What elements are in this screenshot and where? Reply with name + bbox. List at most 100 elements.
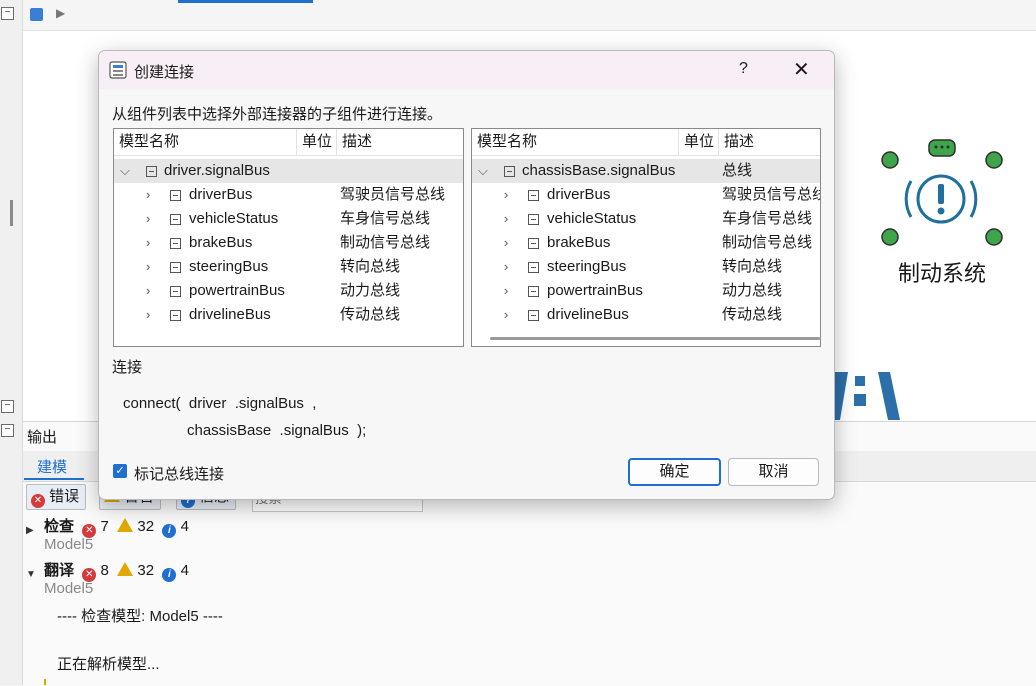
chevron-right-icon[interactable]: › — [146, 303, 150, 327]
translate-result-row[interactable]: 翻译 ✕ 8 32 i 4 — [44, 559, 189, 582]
tree-child-row[interactable]: › vehicleStatus 车身信号总线 — [472, 207, 820, 231]
tree-item-name: brakeBus — [547, 234, 611, 251]
tree-item-name: driverBus — [189, 186, 253, 203]
check-info-count: 4 — [180, 518, 189, 535]
column-header-unit[interactable]: 单位 — [297, 129, 337, 155]
tree-item-desc: 驾驶员信号总线 — [340, 186, 446, 203]
chevron-right-icon[interactable]: › — [504, 231, 508, 255]
cube-icon[interactable] — [30, 8, 43, 21]
bus-icon — [504, 166, 515, 177]
tree-child-row[interactable]: › driverBus 驾驶员信号总线 — [114, 183, 463, 207]
bus-icon — [528, 286, 539, 297]
tree-child-row[interactable]: › steeringBus 转向总线 — [472, 255, 820, 279]
errors-filter-label: 错误 — [49, 488, 80, 505]
tree-item-desc: 动力总线 — [722, 282, 783, 299]
log-line: ---- 检查模型: Model5 ---- — [57, 608, 223, 625]
tree-item-desc: 传动总线 — [722, 306, 783, 323]
horizontal-scrollbar[interactable] — [490, 337, 820, 340]
dialog-instruction: 从组件列表中选择外部连接器的子组件进行连接。 — [112, 106, 443, 123]
tree-child-row[interactable]: › driverBus 驾驶员信号总线 — [472, 183, 820, 207]
road-icon — [830, 372, 900, 420]
tree-item-name: powertrainBus — [189, 282, 285, 299]
warning-icon — [117, 562, 134, 576]
collapse-icon[interactable]: − — [1, 400, 14, 413]
brake-system-icon[interactable] — [874, 136, 1004, 246]
collapse-icon[interactable]: − — [1, 7, 14, 20]
tree-child-row[interactable]: › brakeBus 制动信号总线 — [472, 231, 820, 255]
cancel-button[interactable]: 取消 — [728, 458, 819, 486]
translate-error-count: 8 — [100, 562, 109, 579]
bus-icon — [170, 214, 181, 225]
log-line: 正在解析模型... — [57, 656, 160, 673]
mark-bus-connection-checkbox[interactable]: ✓ — [113, 464, 127, 478]
tree-child-row[interactable]: › steeringBus 转向总线 — [114, 255, 463, 279]
tree-root-name: driver.signalBus — [164, 162, 270, 179]
info-icon: i — [162, 568, 177, 582]
tree-child-row[interactable]: › powertrainBus 动力总线 — [114, 279, 463, 303]
chevron-right-icon[interactable]: › — [146, 183, 150, 207]
right-component-tree[interactable]: 模型名称 单位 描述 ⌵ chassisBase.signalBus 总线 › … — [471, 128, 821, 347]
translate-info-count: 4 — [180, 562, 189, 579]
chevron-right-icon[interactable]: › — [504, 303, 508, 327]
splitter-handle[interactable] — [10, 200, 13, 226]
mark-bus-connection-label[interactable]: 标记总线连接 — [134, 463, 224, 484]
chevron-right-icon[interactable]: › — [504, 255, 508, 279]
chevron-down-icon[interactable]: ▼ — [26, 569, 36, 580]
tree-root-name: chassisBase.signalBus — [522, 162, 676, 179]
tree-child-row[interactable]: › vehicleStatus 车身信号总线 — [114, 207, 463, 231]
tree-item-name: steeringBus — [547, 258, 627, 275]
help-button[interactable]: ? — [739, 60, 748, 78]
tree-child-row[interactable]: › brakeBus 制动信号总线 — [114, 231, 463, 255]
tree-child-row[interactable]: › drivelineBus 传动总线 — [114, 303, 463, 327]
bus-icon — [170, 262, 181, 273]
chevron-right-icon[interactable]: › — [146, 255, 150, 279]
chevron-right-icon[interactable]: ▶ — [56, 6, 65, 20]
connection-section-label: 连接 — [112, 359, 143, 376]
chevron-down-icon[interactable]: ⌵ — [478, 159, 488, 183]
dialog-title: 创建连接 — [134, 64, 195, 81]
tree-child-row[interactable]: › powertrainBus 动力总线 — [472, 279, 820, 303]
tree-item-desc: 转向总线 — [340, 258, 401, 275]
left-component-tree[interactable]: 模型名称 单位 描述 ⌵ driver.signalBus › driverBu… — [113, 128, 464, 347]
check-result-row[interactable]: 检查 ✕ 7 32 i 4 — [44, 515, 189, 538]
column-header-name[interactable]: 模型名称 — [114, 129, 297, 155]
tree-item-name: drivelineBus — [189, 306, 271, 323]
column-header-desc[interactable]: 描述 — [337, 129, 463, 155]
bus-icon — [170, 190, 181, 201]
bus-icon — [170, 286, 181, 297]
output-panel-title: 输出 — [27, 429, 58, 446]
component-label: 制动系统 — [897, 261, 986, 286]
check-error-count: 7 — [100, 518, 109, 535]
warning-icon — [117, 518, 134, 532]
create-connection-dialog: 创建连接 ? ✕ 从组件列表中选择外部连接器的子组件进行连接。 模型名称 单位 … — [98, 50, 835, 500]
chevron-right-icon[interactable]: › — [146, 207, 150, 231]
column-header-unit[interactable]: 单位 — [679, 129, 719, 155]
top-toolbar: ▶ — [0, 0, 1036, 31]
bus-icon — [528, 238, 539, 249]
tree-child-row[interactable]: › drivelineBus 传动总线 — [472, 303, 820, 327]
chevron-right-icon[interactable]: › — [504, 183, 508, 207]
tree-header: 模型名称 单位 描述 — [114, 129, 463, 156]
dialog-titlebar[interactable] — [99, 51, 834, 89]
errors-filter-button[interactable]: ✕ 错误 — [26, 484, 87, 510]
chevron-right-icon[interactable]: › — [504, 279, 508, 303]
column-header-desc[interactable]: 描述 — [719, 129, 820, 155]
check-warning-count: 32 — [137, 518, 155, 535]
collapse-icon[interactable]: − — [1, 424, 14, 437]
chevron-right-icon[interactable]: › — [504, 207, 508, 231]
tree-root-row[interactable]: ⌵ chassisBase.signalBus 总线 — [472, 159, 820, 183]
chevron-down-icon[interactable]: ⌵ — [120, 159, 130, 183]
chevron-right-icon[interactable]: › — [146, 279, 150, 303]
chevron-right-icon[interactable]: ▶ — [26, 525, 34, 536]
warning-marker — [44, 679, 46, 685]
ok-button[interactable]: 确定 — [628, 458, 721, 486]
active-tab-indicator — [178, 0, 313, 3]
column-header-name[interactable]: 模型名称 — [472, 129, 679, 155]
tree-item-name: steeringBus — [189, 258, 269, 275]
close-button[interactable]: ✕ — [793, 57, 810, 82]
bus-icon — [528, 310, 539, 321]
tab-model[interactable]: 建模 — [37, 456, 67, 477]
chevron-right-icon[interactable]: › — [146, 231, 150, 255]
tree-item-name: drivelineBus — [547, 306, 629, 323]
tree-root-row[interactable]: ⌵ driver.signalBus — [114, 159, 463, 183]
